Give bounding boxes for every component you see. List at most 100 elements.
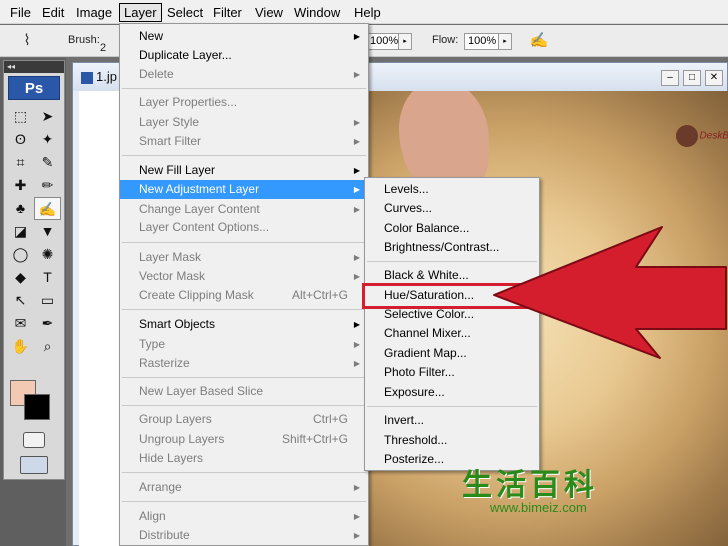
menu-layer[interactable]: Layer	[119, 3, 162, 22]
screen-mode-icon[interactable]	[20, 456, 48, 474]
clone-stamp-tool-icon[interactable]: ♣	[7, 197, 34, 220]
menu-separator	[122, 88, 366, 89]
menu-item-create-clipping-mask[interactable]: Create Clipping Mask Alt+Ctrl+G	[120, 286, 368, 305]
site-logo: DeskB	[675, 125, 728, 147]
submenu-arrow-icon: ▶	[353, 137, 360, 146]
menu-separator	[122, 472, 366, 473]
photoshop-logo[interactable]: Ps	[8, 76, 60, 100]
brush-tool-icon[interactable]: ✏	[34, 174, 61, 197]
close-icon[interactable]: ✕	[705, 70, 723, 86]
move-tool-icon[interactable]: ➤	[34, 105, 61, 128]
menu-separator	[122, 309, 366, 310]
menu-item-arrange[interactable]: Arrange ▶	[120, 478, 368, 497]
minimize-icon[interactable]: –	[661, 70, 679, 86]
menu-item-new-fill-layer[interactable]: New Fill Layer ▶	[120, 161, 368, 180]
rectangle-tool-icon[interactable]: ▭	[34, 289, 61, 312]
watermark-url: www.bimeiz.com	[490, 500, 587, 515]
paint-bucket-tool-icon[interactable]: ▼	[34, 220, 61, 243]
color-swatches	[10, 380, 54, 424]
menu-item-new-adjustment-layer[interactable]: New Adjustment Layer ▶	[120, 180, 368, 199]
menu-item-duplicate-layer[interactable]: Duplicate Layer...	[120, 46, 368, 65]
quick-mask-icon[interactable]	[23, 432, 45, 448]
dodge-tool-icon[interactable]: ✺	[34, 243, 61, 266]
hand-tool-icon[interactable]: ✋	[7, 335, 34, 358]
notes-tool-icon[interactable]: ✉	[7, 312, 34, 335]
path-selection-tool-icon[interactable]: ↖	[7, 289, 34, 312]
menu-select[interactable]: Select	[163, 3, 207, 22]
submenu-arrow-icon: ▶	[353, 205, 360, 214]
healing-brush-tool-icon[interactable]: ✚	[7, 174, 34, 197]
menu-item-smart-filter[interactable]: Smart Filter ▶	[120, 132, 368, 151]
menu-window[interactable]: Window	[290, 3, 344, 22]
submenu-arrow-icon: ▶	[353, 253, 360, 262]
menu-image[interactable]: Image	[72, 3, 116, 22]
menu-item-new[interactable]: New ▶	[120, 27, 368, 46]
menu-item-vector-mask[interactable]: Vector Mask ▶	[120, 267, 368, 286]
menu-item-layer-mask[interactable]: Layer Mask ▶	[120, 248, 368, 267]
flow-label: Flow:	[432, 34, 459, 46]
menu-item-levels[interactable]: Levels...	[365, 180, 539, 199]
menu-item-layer-style[interactable]: Layer Style ▶	[120, 113, 368, 132]
menu-item-threshold[interactable]: Threshold...	[365, 431, 539, 450]
menu-item-hide-layers[interactable]: Hide Layers	[120, 449, 368, 468]
menu-view[interactable]: View	[251, 3, 287, 22]
menu-item-layer-properties[interactable]: Layer Properties...	[120, 93, 368, 112]
menu-item-change-layer-content[interactable]: Change Layer Content ▶	[120, 200, 368, 219]
menu-item-type[interactable]: Type ▶	[120, 335, 368, 354]
pen-tool-icon[interactable]: ◆	[7, 266, 34, 289]
submenu-arrow-icon: ▶	[353, 483, 360, 492]
menu-file[interactable]: File	[6, 3, 35, 22]
tools-collapse-icon[interactable]: ◂◂	[4, 61, 64, 73]
menu-item-align[interactable]: Align ▶	[120, 507, 368, 526]
zoom-tool-icon[interactable]: ⌕	[34, 335, 61, 358]
maximize-icon[interactable]: □	[683, 70, 701, 86]
window-buttons: – □ ✕	[657, 69, 723, 86]
type-tool-icon[interactable]: T	[34, 266, 61, 289]
eyedropper-tool-icon[interactable]: ✒	[34, 312, 61, 335]
menu-item-group-layers[interactable]: Group Layers Ctrl+G	[120, 410, 368, 429]
crop-tool-icon[interactable]: ⌗	[7, 151, 34, 174]
submenu-arrow-icon: ▶	[353, 272, 360, 281]
magic-wand-tool-icon[interactable]: ✦	[34, 128, 61, 151]
watermark-chinese: 生活百科	[462, 469, 598, 502]
eraser-tool-icon[interactable]: ◪	[7, 220, 34, 243]
menu-item-photo-filter[interactable]: Photo Filter...	[365, 363, 539, 382]
menu-item-new-layer-based-slice[interactable]: New Layer Based Slice	[120, 382, 368, 401]
submenu-arrow-icon: ▶	[353, 70, 360, 79]
submenu-arrow-icon: ▶	[353, 32, 360, 41]
flow-dropdown-icon[interactable]: ▸	[498, 33, 512, 50]
menu-bar: File Edit Image Layer Select Filter View…	[0, 0, 728, 24]
menu-item-ungroup-layers[interactable]: Ungroup Layers Shift+Ctrl+G	[120, 430, 368, 449]
menu-item-exposure[interactable]: Exposure...	[365, 383, 539, 402]
callout-arrow-icon	[493, 226, 727, 359]
lasso-tool-icon[interactable]: ʘ	[7, 128, 34, 151]
menu-item-rasterize[interactable]: Rasterize ▶	[120, 354, 368, 373]
flow-field[interactable]: 100%	[464, 33, 502, 50]
menu-item-layer-content-options[interactable]: Layer Content Options...	[120, 218, 368, 237]
menu-item-distribute[interactable]: Distribute ▶	[120, 526, 368, 545]
ps-file-icon	[81, 71, 93, 84]
menu-separator	[122, 377, 366, 378]
menu-item-smart-objects[interactable]: Smart Objects ▶	[120, 315, 368, 334]
opacity-dropdown-icon[interactable]: ▸	[398, 33, 412, 50]
document-tab[interactable]: 1.jp	[81, 69, 117, 84]
menu-filter[interactable]: Filter	[209, 3, 246, 22]
submenu-arrow-icon: ▶	[353, 185, 360, 194]
menu-item-delete[interactable]: Delete ▶	[120, 65, 368, 84]
background-color-swatch[interactable]	[24, 394, 50, 420]
history-brush-tool-icon[interactable]: ✍	[34, 197, 61, 220]
menu-separator	[122, 242, 366, 243]
submenu-arrow-icon: ▶	[353, 359, 360, 368]
airbrush-icon[interactable]: ✍	[526, 30, 552, 52]
menu-item-invert[interactable]: Invert...	[365, 411, 539, 430]
submenu-arrow-icon: ▶	[353, 166, 360, 175]
menu-separator	[122, 405, 366, 406]
marquee-tool-icon[interactable]: ⬚	[7, 105, 34, 128]
slice-tool-icon[interactable]: ✎	[34, 151, 61, 174]
menu-help[interactable]: Help	[350, 3, 385, 22]
menu-item-curves[interactable]: Curves...	[365, 199, 539, 218]
menu-separator	[122, 501, 366, 502]
menu-edit[interactable]: Edit	[38, 3, 68, 22]
brush-preset-icon[interactable]: ⌇	[14, 30, 40, 52]
blur-tool-icon[interactable]: ◯	[7, 243, 34, 266]
